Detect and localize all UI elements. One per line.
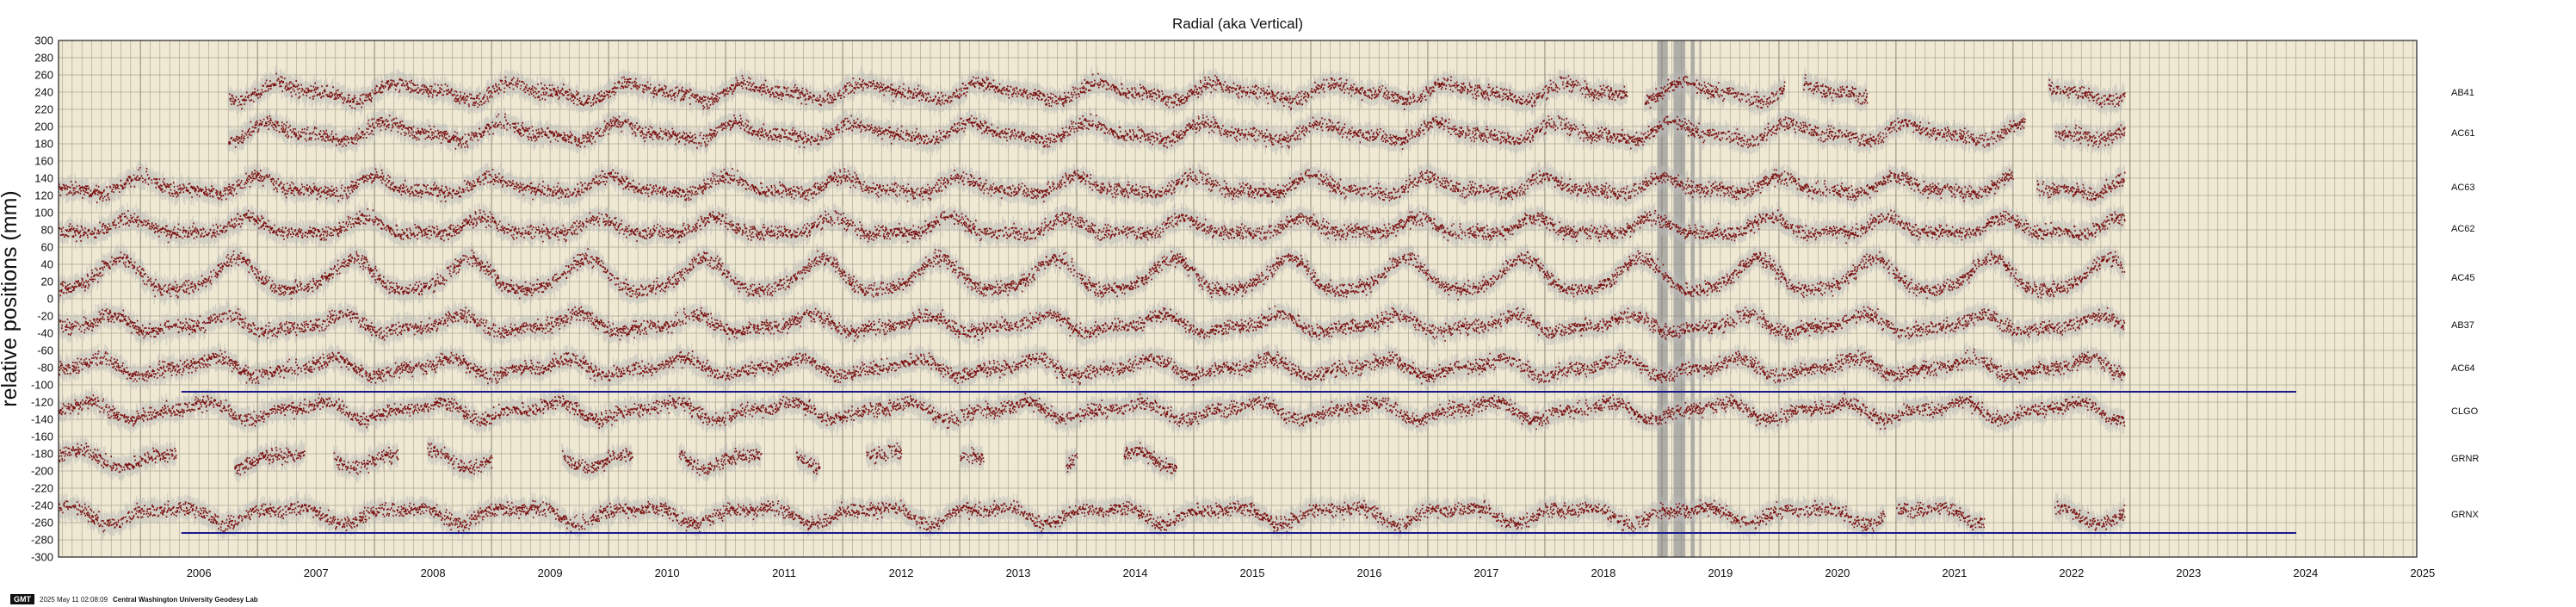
y-tick-label: 40 [41,258,53,271]
station-label-ac45: AC45 [2451,273,2475,283]
chart-title: Radial (aka Vertical) [1172,15,1303,32]
x-tick-labels: 2006 2007 2008 2009 2010 2011 2012 2013 2014 2015… [187,567,2436,579]
station-label-ac62: AC62 [2451,224,2475,234]
radial-position-chart: 3002802602402202001801601401201008060402… [0,15,2479,579]
y-axis-label: relative positions (mm) [0,190,22,406]
y-tick-label: -120 [31,396,53,409]
y-tick-label: 160 [34,155,53,168]
x-tick-label: 2008 [421,567,446,579]
x-tick-label: 2018 [1591,567,1615,579]
station-label-ab41: AB41 [2451,88,2474,98]
x-tick-label: 2011 [772,567,796,579]
organization-name: Central Washington University Geodesy La… [113,595,258,604]
x-tick-label: 2025 [2410,567,2435,579]
footer: GMT 2025 May 11 02:08:09 Central Washing… [10,594,258,604]
timestamp: 2025 May 11 02:08:09 [40,595,108,604]
station-label-grnr: GRNR [2451,454,2479,464]
y-tick-label: -100 [31,379,53,392]
x-tick-label: 2013 [1006,567,1031,579]
x-tick-label: 2024 [2293,567,2318,579]
station-label-ac61: AC61 [2451,128,2475,139]
x-tick-label: 2015 [1240,567,1265,579]
x-tick-label: 2020 [1825,567,1850,579]
y-tick-label: -60 [37,344,53,357]
y-tick-label: -160 [31,430,53,443]
y-tick-label: 300 [34,34,53,47]
y-tick-label: 220 [34,103,53,116]
x-tick-label: 2023 [2176,567,2201,579]
station-labels: AB41 AC61 AC63 AC62 AC45 AB37 AC64 CLGO GRNR GRNX [2451,88,2479,520]
y-tick-label: 200 [34,121,53,133]
x-tick-label: 2007 [304,567,329,579]
y-tick-label: 20 [41,276,53,288]
y-tick-label: 260 [34,69,53,82]
y-tick-label: -200 [31,465,53,478]
y-tick-label: 0 [47,293,53,306]
y-tick-label: -300 [31,551,53,564]
x-tick-label: 2014 [1123,567,1148,579]
x-tick-label: 2021 [1942,567,1967,579]
gmt-logo: GMT [10,594,34,604]
y-tick-label: 60 [41,241,53,254]
y-tick-label: 240 [34,86,53,99]
y-tick-label: 100 [34,207,53,220]
y-tick-label: -240 [31,499,53,512]
y-tick-label: 280 [34,52,53,65]
x-tick-label: 2009 [538,567,563,579]
station-label-ac64: AC64 [2451,363,2475,374]
y-tick-label: -180 [31,448,53,461]
y-tick-label: -220 [31,482,53,495]
y-tick-label: -40 [37,327,53,340]
station-label-ac63: AC63 [2451,183,2475,193]
station-label-grnx: GRNX [2451,510,2479,520]
y-tick-label: -20 [37,310,53,323]
station-label-clgo: CLGO [2451,406,2479,417]
station-label-ab37: AB37 [2451,320,2474,331]
x-tick-label: 2019 [1708,567,1733,579]
y-tick-label: 80 [41,224,53,237]
x-tick-label: 2012 [889,567,914,579]
y-tick-label: 180 [34,138,53,151]
y-tick-label: -280 [31,534,53,547]
x-tick-label: 2016 [1357,567,1382,579]
x-tick-label: 2010 [655,567,680,579]
y-tick-label: -80 [37,362,53,375]
y-tick-label: -260 [31,517,53,530]
y-tick-label: 140 [34,172,53,185]
x-tick-label: 2006 [187,567,212,579]
x-tick-label: 2022 [2059,567,2084,579]
x-tick-label: 2017 [1473,567,1498,579]
y-tick-labels: 3002802602402202001801601401201008060402… [31,34,53,564]
y-tick-label: 120 [34,189,53,202]
y-tick-label: -140 [31,413,53,426]
